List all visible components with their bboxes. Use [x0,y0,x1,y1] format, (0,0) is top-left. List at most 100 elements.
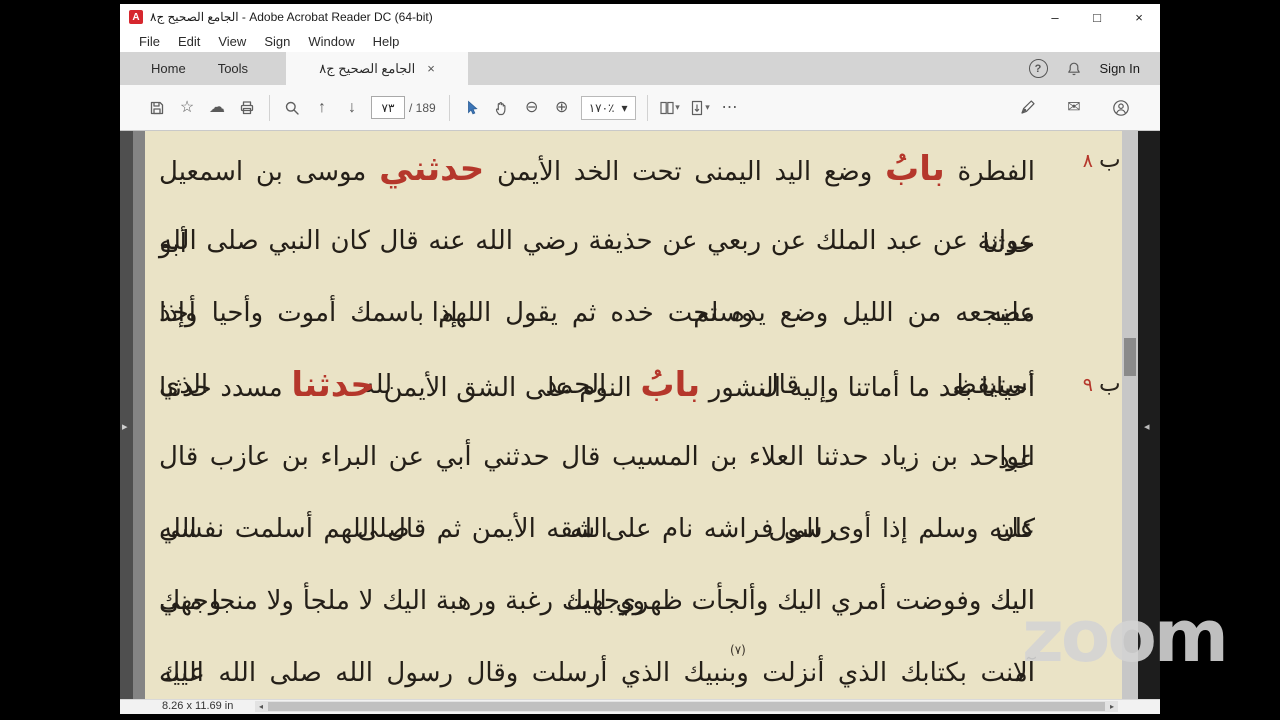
person-icon [1112,99,1130,117]
manuscript-text: النوم على الشق الأيمن [383,373,632,403]
chevron-left-icon: ◂ [1144,421,1150,433]
fill-sign-button[interactable] [1012,93,1042,123]
tab-home[interactable]: Home [135,52,202,85]
acrobat-logo-icon: A [129,10,143,24]
tab-document[interactable]: الجامع الصحيح ج٨ × [286,52,469,85]
screen: A الجامع الصحيح ج٨ - Adobe Acrobat Reade… [0,0,1280,720]
floppy-icon [149,100,165,116]
cursor-icon [464,100,480,116]
share-button[interactable]: ☁ [202,93,232,123]
sign-in-button[interactable]: Sign In [1100,61,1140,76]
arrow-up-icon: ↑ [318,98,326,116]
cloud-icon: ☁ [209,98,225,116]
menu-item-view[interactable]: View [209,34,255,49]
star-icon: ☆ [179,98,195,116]
profile-button[interactable] [1106,93,1136,123]
menu-item-help[interactable]: Help [364,34,409,49]
menu-item-file[interactable]: File [130,34,169,49]
plus-circle-icon: ⊕ [555,98,569,116]
status-bar: 8.26 x 11.69 in ◂ ▸ [120,699,1160,714]
magnifier-icon [284,100,300,116]
chapter-marker: حدثنا [291,365,375,405]
next-page-button[interactable]: ↓ [337,93,367,123]
tab-bar-right: ? Sign In [1028,52,1160,85]
window-title: الجامع الصحيح ج٨ - Adobe Acrobat Reader … [150,10,433,24]
margin-note: باب٨ [1083,147,1122,173]
page-size-label: 8.26 x 11.69 in [162,700,234,712]
menu-item-edit[interactable]: Edit [169,34,209,49]
manuscript-line: آمنت بكتابك الذي أنزلت وبنبيك الذي أرسلت… [159,637,1035,699]
title-bar[interactable]: A الجامع الصحيح ج٨ - Adobe Acrobat Reade… [120,4,1160,30]
hand-tool-button[interactable] [487,93,517,123]
tab-tools[interactable]: Tools [202,52,264,85]
manuscript-line: الفطرة بابُ وضع اليد اليمنى تحت الخد الأ… [159,133,1035,259]
minimize-button[interactable]: – [1034,4,1076,30]
zoom-in-button[interactable]: ⊕ [547,93,577,123]
manuscript-text: آمنت بكتابك الذي أنزلت وبنبيك الذي أرسلت… [159,658,1035,688]
toolbar-separator [448,94,450,121]
select-tool-button[interactable] [457,93,487,123]
print-button[interactable] [232,93,262,123]
page-view-icon [659,100,675,116]
chevron-down-icon: ▾ [705,102,710,112]
page-view-button[interactable]: ▾ [655,93,685,123]
scroll-right-icon[interactable]: ▸ [1106,701,1118,712]
save-button[interactable] [142,93,172,123]
more-tools-button[interactable]: ⋯ [715,93,745,123]
chevron-right-icon: ▸ [122,421,128,433]
nav-panel-toggle[interactable]: ▸ [120,131,133,699]
pen-icon [1019,99,1036,116]
toolbar-right: ✉ [1012,93,1138,123]
margin-note-word: باب [1098,371,1122,397]
manuscript-line: أحيانا بعد ما أماتنا وإليه النشور بابُ ا… [159,349,1036,475]
ellipsis-icon: ⋯ [721,98,738,116]
favorites-button[interactable]: ☆ [172,93,202,123]
scrollbar-thumb[interactable] [1124,338,1136,376]
manuscript-line: عليه وسلم إذا أوى الى فراشه نام على شقه … [159,493,1035,616]
manuscript-line: الواحد بن زياد حدثنا العلاء بن المسيب قا… [159,421,1035,544]
tab-document-title: الجامع الصحيح ج٨ [319,60,416,76]
chapter-marker: حدثني [379,149,485,189]
manuscript-text: وضع اليد اليمنى تحت الخد الأيمن [496,157,873,187]
manuscript-line: مضجعه من الليل وضع يده تحت خده ثم يقول ا… [159,277,1035,400]
previous-page-button[interactable]: ↑ [307,93,337,123]
close-button[interactable]: × [1118,4,1160,30]
menu-item-sign[interactable]: Sign [255,34,299,49]
find-button[interactable] [277,93,307,123]
help-icon[interactable]: ? [1028,59,1048,78]
page-count-label: / 189 [409,100,436,115]
window-controls: – □ × [1034,4,1160,30]
printer-icon [239,100,255,116]
tab-close-icon[interactable]: × [427,61,435,76]
menu-bar: File Edit View Sign Window Help [120,30,1160,52]
margin-note: باب٩ [1083,371,1122,397]
hand-icon [494,100,510,116]
maximize-button[interactable]: □ [1076,4,1118,30]
horizontal-scrollbar[interactable]: ◂ ▸ [255,701,1118,712]
page-number-input[interactable] [371,96,405,119]
scroll-view-button[interactable]: ▾ [685,93,715,123]
manuscript-text: أحيانا بعد ما أماتنا وإليه النشور [708,373,1036,403]
tab-bar: Home Tools الجامع الصحيح ج٨ × ? Sign In [120,52,1160,85]
zoom-watermark: zoom [1022,594,1229,678]
menu-item-window[interactable]: Window [299,34,363,49]
manuscript-line: اليك وفوضت أمري اليك وألجأت ظهري اليك رغ… [159,565,1035,688]
envelope-icon: ✉ [1067,98,1081,116]
manuscript-line: عوانة عن عبد الملك عن ربعي عن حذيفة رضي … [159,205,1035,328]
email-button[interactable]: ✉ [1059,93,1089,123]
page-canvas[interactable]: الفطرة بابُ وضع اليد اليمنى تحت الخد الأ… [145,131,1122,699]
toolbar: ☆ ☁ ↑ ↓ / 189 ⊖ ⊕ ١٧٠٪ ▾ [120,85,1160,131]
bell-icon[interactable] [1066,61,1082,77]
chevron-down-icon: ▾ [621,100,628,115]
margin-note-number: ٩ [1082,374,1093,396]
acrobat-window: A الجامع الصحيح ج٨ - Adobe Acrobat Reade… [120,4,1160,714]
zoom-level-select[interactable]: ١٧٠٪ ▾ [580,95,636,120]
chevron-down-icon: ▾ [675,102,680,112]
toolbar-separator [646,94,648,121]
scroll-left-icon[interactable]: ◂ [255,701,267,712]
chapter-marker: بابُ [885,149,945,189]
margin-note-number: ٨ [1082,150,1093,172]
hscrollbar-thumb[interactable] [268,702,1105,711]
document-area: ▸ الفطرة بابُ وضع اليد اليمنى تحت الخد ا… [120,131,1160,699]
zoom-out-button[interactable]: ⊖ [517,93,547,123]
